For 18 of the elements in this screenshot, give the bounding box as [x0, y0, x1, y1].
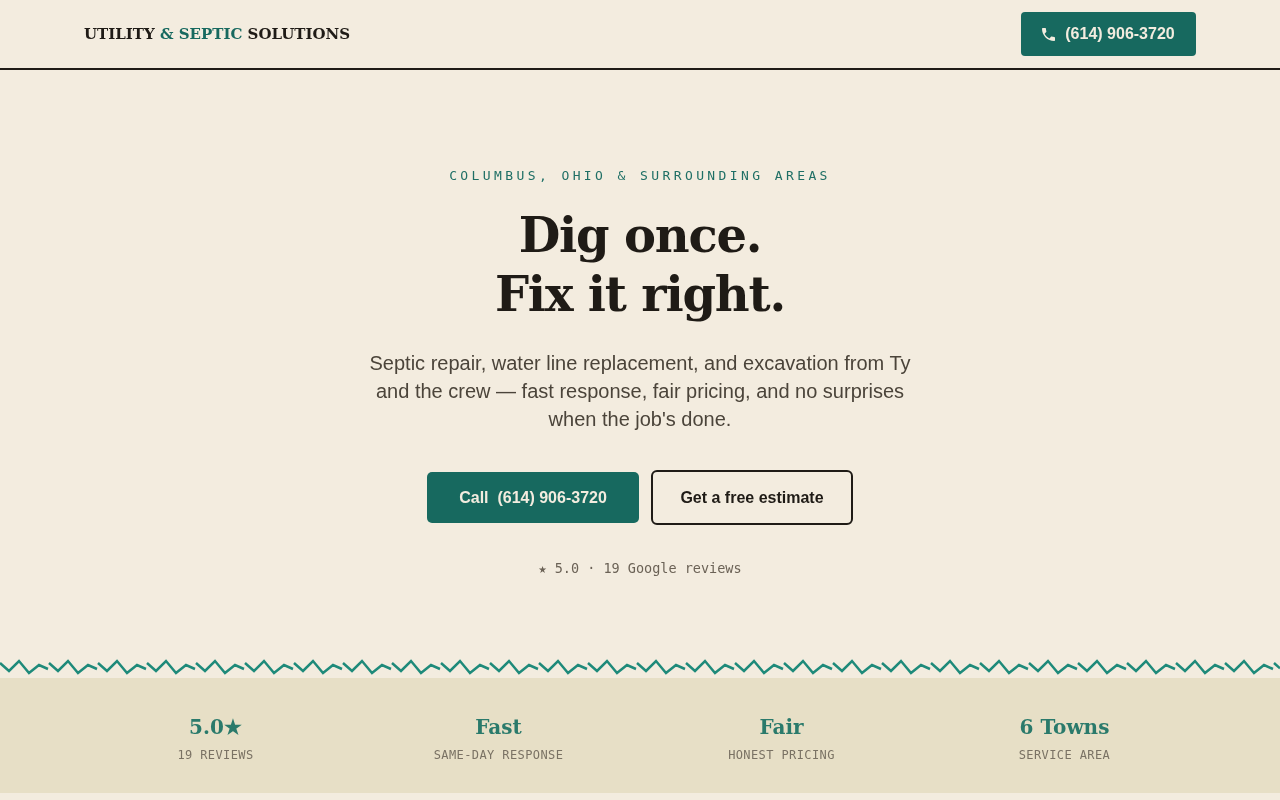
- stat-value: Fair: [759, 714, 804, 741]
- headline-text: Fix it right.: [495, 265, 785, 324]
- phone-icon: [1042, 27, 1056, 41]
- stat-value: 5.0★: [189, 714, 242, 741]
- estimate-button[interactable]: Get a free estimate: [651, 470, 853, 525]
- stat-value: Fast: [475, 714, 522, 741]
- call-button[interactable]: Call (614) 906-3720: [427, 472, 639, 523]
- location-eyebrow: COLUMBUS, OHIO & SURROUNDING AREAS: [449, 167, 831, 185]
- stat-label: 19 REVIEWS: [177, 747, 254, 764]
- logo-text[interactable]: UTILITY & SEPTIC SOLUTIONS: [84, 24, 351, 44]
- stat-label: SERVICE AREA: [1018, 747, 1111, 764]
- intro-paragraph: Septic repair, water line replacement, and excavation from Ty and the crew — fast response, fair pricing, and no surprises when the job's done.: [368, 351, 912, 432]
- headline-text: Dig once.: [518, 206, 762, 265]
- stat-label: SAME-DAY RESPONSE: [433, 747, 564, 764]
- stat-value: 6 Towns: [1019, 714, 1110, 741]
- stat-label: HONEST PRICING: [728, 747, 835, 764]
- rating-summary: ★ 5.0 · 19 Google reviews: [538, 559, 742, 578]
- phone-button[interactable]: (614) 906-3720: [1021, 12, 1196, 56]
